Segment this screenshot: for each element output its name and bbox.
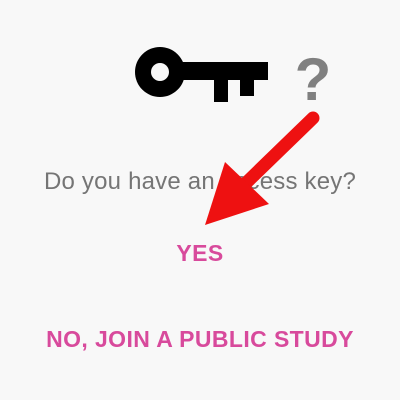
access-key-prompt: Do you have an access key? <box>43 168 357 195</box>
question-mark-icon: ? <box>294 46 332 113</box>
join-public-study-button[interactable]: NO, JOIN A PUBLIC STUDY <box>0 318 400 361</box>
key-icon <box>135 47 268 102</box>
hero-illustration: ? <box>0 0 400 160</box>
yes-button[interactable]: YES <box>0 232 400 275</box>
